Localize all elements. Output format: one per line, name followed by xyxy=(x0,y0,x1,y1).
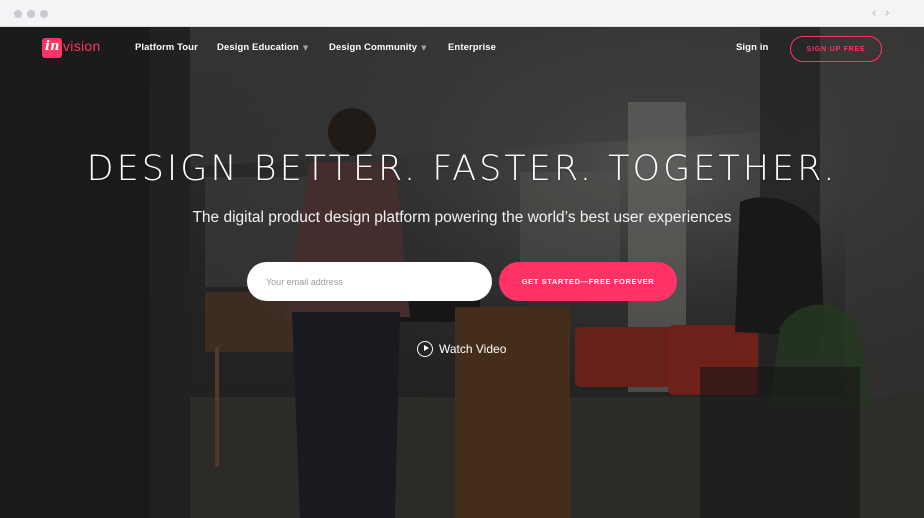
window-maximize-dot[interactable] xyxy=(40,10,48,18)
sign-up-free-button[interactable]: SIGN UP FREE xyxy=(790,36,882,62)
chevron-right-icon[interactable]: › xyxy=(885,6,898,21)
nav-design-education[interactable]: Design Education ▼ xyxy=(217,42,308,53)
browser-toolbar: ‹› xyxy=(0,0,924,27)
chevron-left-icon[interactable]: ‹ xyxy=(872,6,885,21)
play-circle-icon xyxy=(417,340,433,357)
chevron-down-icon: ▼ xyxy=(421,44,427,52)
watch-video-link[interactable]: Watch Video xyxy=(417,340,506,357)
page-viewport: in vision Platform Tour Design Education… xyxy=(0,27,924,518)
nav-enterprise[interactable]: Enterprise xyxy=(448,42,496,53)
chevron-down-icon: ▼ xyxy=(302,44,309,52)
nav-platform-tour[interactable]: Platform Tour xyxy=(135,42,198,53)
sign-in-link[interactable]: Sign in xyxy=(736,42,768,53)
get-started-button[interactable]: GET STARTED—FREE FOREVER xyxy=(499,262,677,301)
nav-label: Design Community xyxy=(329,42,418,53)
nav-label: Enterprise xyxy=(448,42,496,53)
invision-logo-mark[interactable]: in xyxy=(42,38,62,58)
nav-design-community[interactable]: Design Community ▼ xyxy=(329,42,427,53)
hero-title: DESIGN BETTER. FASTER. TOGETHER. xyxy=(86,149,838,189)
window-minimize-dot[interactable] xyxy=(27,10,35,18)
nav-label: Design Education xyxy=(217,42,299,53)
invision-logo-word[interactable]: vision xyxy=(63,38,101,54)
hero-subtitle: The digital product design platform powe… xyxy=(192,209,732,226)
nav-label: Platform Tour xyxy=(135,42,198,53)
email-input[interactable] xyxy=(247,262,492,301)
watch-video-label: Watch Video xyxy=(439,341,507,356)
logo-mark-text: in xyxy=(45,39,60,54)
window-close-dot[interactable] xyxy=(14,10,22,18)
browser-nav-arrows: ‹› xyxy=(872,6,898,21)
